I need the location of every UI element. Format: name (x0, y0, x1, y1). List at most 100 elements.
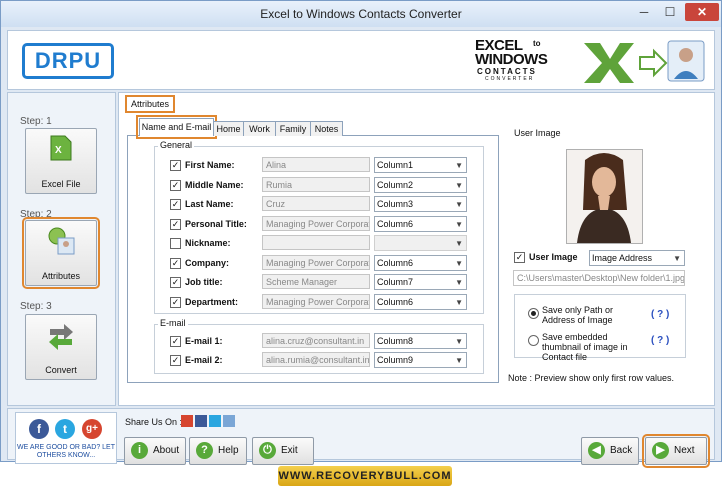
user-photo-image (577, 153, 631, 243)
column-select[interactable]: Column6 ▼ (374, 215, 467, 232)
help-button[interactable]: ? Help (189, 437, 247, 465)
email-group-label: E-mail (158, 318, 188, 328)
step-button-label: Convert (45, 365, 77, 375)
field-label: Nickname: (185, 238, 231, 248)
about-button[interactable]: i About (124, 437, 186, 465)
field-value[interactable] (262, 235, 370, 250)
social-box: f t g+ WE ARE GOOD OR BAD? LET OTHERS KN… (15, 412, 117, 464)
help-link-option1[interactable]: ( ? ) (651, 309, 669, 320)
chevron-down-icon: ▼ (673, 254, 681, 263)
column-select[interactable]: Column1 ▼ (374, 157, 467, 173)
column-select-value: Column3 (377, 199, 414, 209)
field-label: Personal Title: (185, 218, 247, 229)
save-thumbnail-radio[interactable] (528, 335, 539, 346)
tab-home[interactable]: Home (213, 121, 244, 136)
exit-button[interactable]: ⏻ Exit (252, 437, 314, 465)
field-value[interactable]: alina.cruz@consultant.in (262, 333, 370, 348)
field-checkbox[interactable]: ✓ (170, 160, 181, 171)
field-value[interactable]: Rumia (262, 176, 370, 192)
field-value[interactable]: Managing Power Corporation (262, 293, 370, 309)
field-checkbox[interactable]: ✓ (170, 218, 181, 230)
field-checkbox[interactable]: ✓ (170, 336, 181, 347)
user-image-checkbox-label: User Image (529, 252, 578, 262)
user-image-checkbox[interactable]: ✓ (514, 252, 525, 263)
save-path-radio[interactable] (528, 308, 539, 319)
field-checkbox[interactable] (170, 238, 181, 249)
chevron-down-icon: ▼ (455, 337, 463, 346)
step-label: Step: 1 (20, 116, 52, 127)
column-select-value: Column6 (377, 218, 414, 229)
product-logo: EXCEL to WINDOWS CONTACTS CONVERTER (475, 37, 575, 83)
column-select[interactable]: ▼ (374, 235, 467, 251)
tab-work[interactable]: Work (243, 121, 276, 136)
tab-name-email[interactable]: Name and E-mail (136, 115, 217, 139)
column-select[interactable]: Column7 ▼ (374, 274, 467, 290)
minimize-button[interactable]: ─ (631, 3, 657, 21)
image-path-field[interactable]: C:\Users\master\Desktop\New folder\1.jpg (513, 270, 685, 286)
column-select[interactable]: Column9 ▼ (374, 352, 467, 368)
help-link-option2[interactable]: ( ? ) (651, 335, 669, 346)
field-checkbox[interactable]: ✓ (170, 296, 181, 308)
field-label: E-mail 2: (185, 355, 223, 365)
user-image-group-label: User Image (514, 128, 561, 138)
maximize-button[interactable]: ☐ (657, 3, 683, 21)
field-value[interactable]: Scheme Manager (262, 274, 370, 289)
next-button-label: Next (674, 445, 695, 456)
field-label: Department: (185, 296, 239, 307)
attributes-step-button[interactable]: Attributes (22, 217, 100, 289)
column-select[interactable]: Column2 ▼ (374, 176, 467, 193)
title-bar: Excel to Windows Contacts Converter ─ ☐ … (1, 1, 721, 27)
close-button[interactable]: ✕ (685, 3, 719, 21)
field-value[interactable]: Managing Power Corporation (262, 254, 370, 270)
field-checkbox[interactable]: ✓ (170, 277, 181, 288)
excel-to-contacts-icon (584, 40, 705, 83)
info-icon: i (131, 442, 148, 459)
share-google-icon[interactable] (181, 415, 193, 427)
window-title: Excel to Windows Contacts Converter (260, 7, 462, 21)
column-select[interactable]: Column6 ▼ (374, 293, 467, 310)
column-select-value: Column6 (377, 296, 414, 307)
share-twitter-icon[interactable] (209, 415, 221, 427)
chevron-down-icon: ▼ (455, 161, 463, 170)
convert-step-button[interactable]: Convert (25, 314, 97, 380)
field-checkbox[interactable]: ✓ (170, 355, 181, 366)
field-checkbox[interactable]: ✓ (170, 199, 181, 210)
header-banner: DRPU EXCEL to WINDOWS CONTACTS CONVERTER (7, 30, 715, 90)
back-button[interactable]: ◀ Back (581, 437, 639, 465)
user-photo (566, 149, 643, 244)
website-banner[interactable]: WWW.RECOVERYBULL.COM (278, 466, 452, 486)
share-label: Share Us On : (125, 417, 183, 427)
facebook-icon[interactable]: f (29, 419, 49, 439)
help-icon: ? (196, 442, 213, 459)
general-group-label: General (158, 140, 195, 150)
about-button-label: About (153, 445, 180, 456)
column-select[interactable]: Column6 ▼ (374, 254, 467, 271)
field-label: Company: (185, 257, 230, 268)
chevron-down-icon: ▼ (455, 278, 463, 287)
tab-notes[interactable]: Notes (310, 121, 343, 136)
field-value[interactable]: Managing Power Corporation (262, 215, 370, 231)
back-arrow-icon: ◀ (588, 442, 605, 459)
excel-file-step-button[interactable]: X Excel File (25, 128, 97, 194)
field-checkbox[interactable]: ✓ (170, 179, 181, 191)
field-value[interactable]: alina.rumia@consultant.in (262, 352, 370, 367)
feedback-text[interactable]: WE ARE GOOD OR BAD? LET OTHERS KNOW... (16, 444, 116, 460)
share-email-icon[interactable] (223, 415, 235, 427)
field-value[interactable]: Alina (262, 157, 370, 172)
share-facebook-icon[interactable] (195, 415, 207, 427)
field-label: First Name: (185, 160, 235, 170)
twitter-icon[interactable]: t (55, 419, 75, 439)
next-arrow-icon: ▶ (652, 442, 669, 459)
save-thumbnail-option-label: Save embedded thumbnail of image in Cont… (542, 332, 628, 362)
field-checkbox[interactable]: ✓ (170, 257, 181, 269)
image-mode-select[interactable]: Image Address ▼ (589, 250, 685, 266)
svg-text:X: X (55, 145, 62, 156)
google-plus-icon[interactable]: g+ (82, 419, 102, 439)
product-logo-to: to (533, 39, 541, 48)
field-value[interactable]: Cruz (262, 196, 370, 211)
next-button[interactable]: ▶ Next (642, 434, 710, 468)
column-select[interactable]: Column8 ▼ (374, 333, 467, 349)
column-select[interactable]: Column3 ▼ (374, 196, 467, 212)
column-select-value: Column9 (377, 355, 414, 365)
tab-family[interactable]: Family (275, 121, 311, 136)
